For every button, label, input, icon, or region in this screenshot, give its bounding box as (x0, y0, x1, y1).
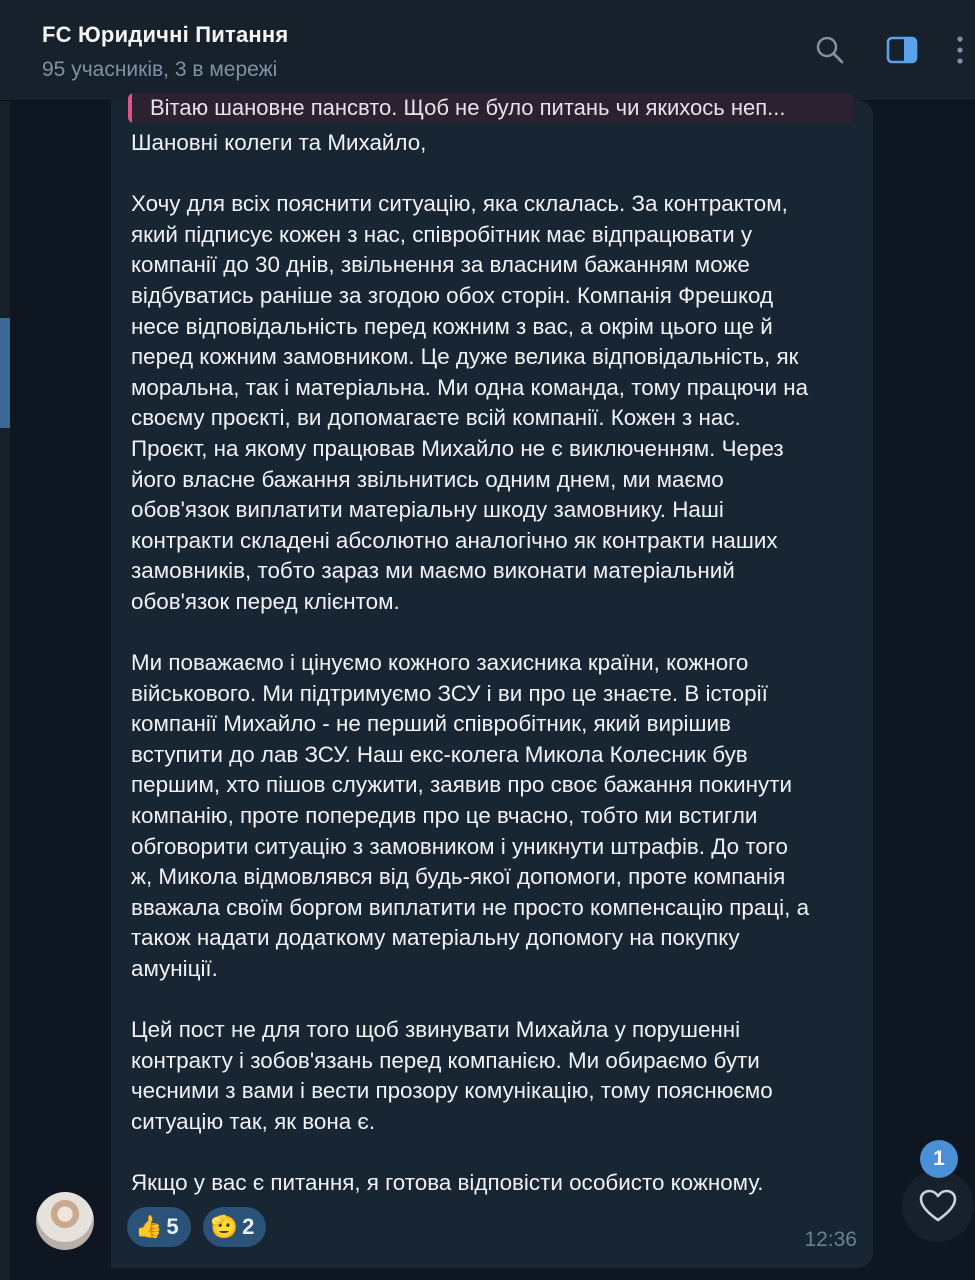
message-line: Якщо у вас є питання, я готова відповіст… (131, 1170, 764, 1196)
reaction-salute[interactable]: 🫡 2 (202, 1207, 267, 1247)
message-time: 12:36 (804, 1228, 857, 1251)
reaction-count: 2 (242, 1214, 255, 1239)
message-line: обов'язок перед клієнтом. (131, 588, 400, 614)
message-line: перед кожним замовником. Це дуже велика … (131, 344, 799, 370)
message-line: контракту і зобов'язань перед компанією.… (131, 1047, 760, 1073)
message-line: обговорити ситуацію з замовником і уникн… (131, 833, 788, 859)
message-gap (131, 159, 861, 190)
chat-header: FC Юридичні Питання 95 учасників, 3 в ме… (0, 0, 975, 101)
message-gap (131, 618, 861, 649)
more-vertical-icon (957, 36, 963, 64)
message-gap (131, 985, 861, 1016)
sidebar-icon (886, 36, 918, 64)
message-line: обов'язок виплатити матеріальну шкоду за… (131, 497, 724, 523)
message-line: компанії до 30 днів, звільнення за власн… (131, 252, 750, 278)
message-line: вступити до лав ЗСУ. Наш екс-колега Мико… (131, 741, 748, 767)
message-line: Шановні колеги та Михайло, (131, 130, 427, 155)
message-line: Ми поважаємо і цінуємо кожного захисника… (131, 650, 749, 676)
scroll-indicator[interactable] (0, 318, 10, 428)
message-line: Цей пост не для того щоб звинувати Михай… (131, 1017, 741, 1043)
unread-badge: 1 (920, 1140, 958, 1178)
message-line: ситуацію так, як вона є. (131, 1109, 376, 1134)
reply-text: Вітаю шановне пансвто. Щоб не було питан… (150, 95, 786, 120)
message-line: своєму проєкті, ви допомагаєте всій комп… (131, 405, 741, 431)
message-line: несе відповідальність перед кожним з вас… (131, 313, 773, 339)
search-icon (816, 36, 844, 64)
reaction-count: 5 (166, 1214, 179, 1239)
reaction-button[interactable] (902, 1170, 974, 1242)
message-line: Хочу для всіх пояснити ситуацію, яка скл… (131, 191, 788, 217)
heart-icon (919, 1189, 957, 1222)
reply-accent-bar (128, 93, 132, 123)
message-line: який підписує кожен з нас, співробітник … (131, 221, 753, 247)
more-button[interactable] (945, 30, 975, 70)
search-button[interactable] (810, 30, 850, 70)
message-line: амуніції. (131, 956, 218, 982)
thumbs-up-icon: 👍 (135, 1214, 163, 1239)
message-line: контракти складені абсолютно аналогічно … (131, 527, 778, 553)
message-line: Проєкт, на якому працював Михайло не є в… (131, 435, 784, 461)
chat-subtitle: 95 учасників, 3 в мережі (42, 58, 278, 81)
message-line: військового. Ми підтримуємо ЗСУ і ви про… (131, 680, 768, 706)
message-line: чесними з вами і вести прозору комунікац… (131, 1078, 773, 1104)
message-line: відбуватись раніше за згодою обох сторін… (131, 282, 774, 308)
reaction-thumbs-up[interactable]: 👍 5 (127, 1207, 191, 1247)
message-line: компанію, проте попередив про це вчасно,… (131, 803, 758, 829)
message-line: ж, Микола відмовлявся від будь-якої допо… (131, 864, 786, 890)
message-gap (131, 1138, 861, 1169)
sidebar-toggle-button[interactable] (882, 30, 922, 70)
avatar[interactable] (36, 1192, 94, 1250)
message-line: моральна, так і матеріальна. Ми одна ком… (131, 374, 809, 400)
salute-icon: 🫡 (210, 1214, 239, 1239)
message-line: першим, хто пішов служити, заявив про св… (131, 772, 793, 798)
chat-list-edge (0, 100, 10, 1280)
message-line: його власне бажання звільнитись одним дн… (131, 466, 724, 492)
reply-preview[interactable]: Вітаю шановне пансвто. Щоб не було питан… (128, 93, 854, 123)
message-line: вважала своїм боргом виплатити не просто… (131, 894, 810, 920)
reactions-bar: 👍 5 🫡 2 (127, 1207, 267, 1247)
chat-title[interactable]: FC Юридичні Питання (42, 22, 288, 48)
message-text: Шановні колеги та Михайло, Хочу для всіх … (131, 128, 861, 1199)
message-line: замовників, тобто зараз ми маємо виконат… (131, 558, 735, 584)
message-line: компанії Михайло - не перший співробітни… (131, 711, 731, 737)
message-line: також надати додаткому матеріальну допом… (131, 925, 740, 951)
